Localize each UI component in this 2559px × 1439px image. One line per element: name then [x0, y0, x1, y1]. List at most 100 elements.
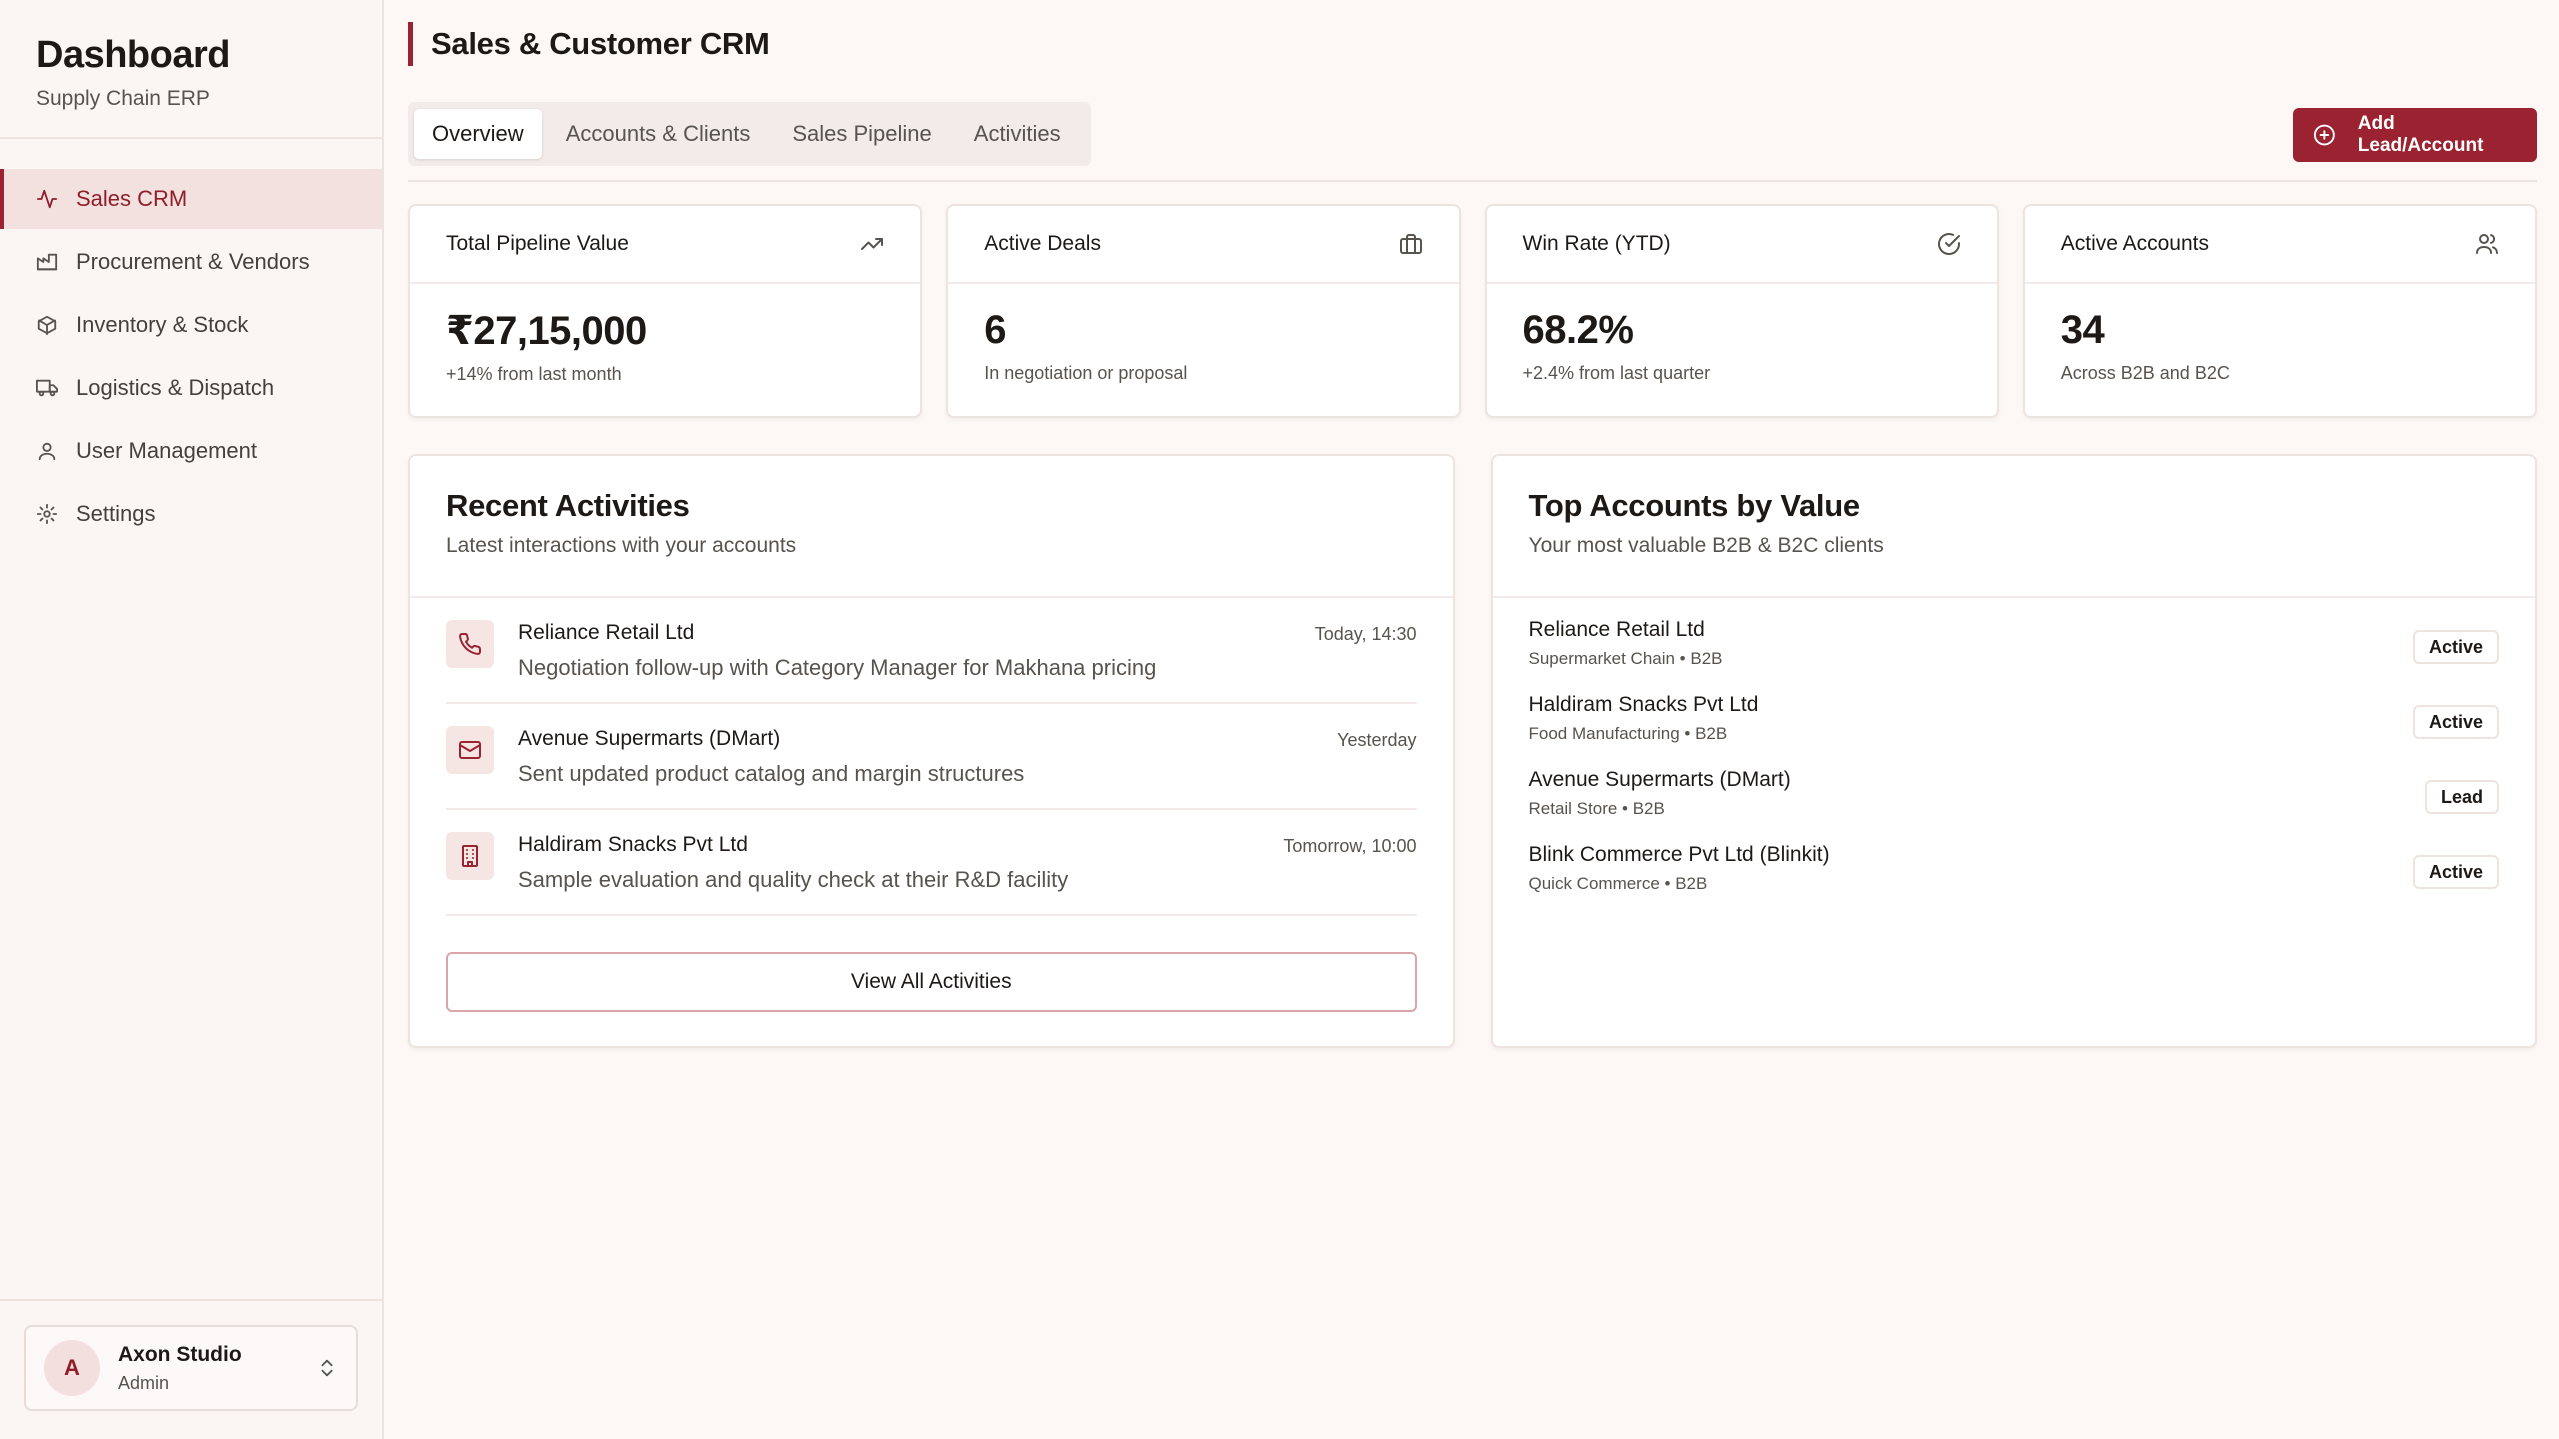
sidebar-item-label: Procurement & Vendors	[76, 249, 310, 274]
kpi-note: Across B2B and B2C	[2060, 363, 2230, 383]
activity-description: Negotiation follow-up with Category Mana…	[518, 655, 1157, 680]
chevrons-up-down-icon	[321, 1359, 333, 1377]
kpi-row: Total Pipeline Value ₹27,15,000 +14% fro…	[408, 204, 2537, 418]
activity-description: Sample evaluation and quality check at t…	[518, 867, 1069, 892]
page-title: Sales & Customer CRM	[408, 22, 770, 66]
kpi-header: Win Rate (YTD)	[1486, 206, 1997, 284]
kpi-label: Active Deals	[984, 232, 1101, 255]
panel-header: Top Accounts by Value Your most valuable…	[1492, 456, 2535, 598]
add-lead-account-button[interactable]: Add Lead/Account	[2293, 108, 2537, 162]
account-row[interactable]: Reliance Retail Ltd Supermarket Chain • …	[1529, 618, 2499, 693]
sidebar-nav: Sales CRM Procurement & Vendors Inventor…	[0, 139, 382, 544]
activity-account: Haldiram Snacks Pvt Ltd	[518, 833, 748, 856]
tab-accounts-clients[interactable]: Accounts & Clients	[548, 109, 769, 159]
user-icon	[38, 442, 56, 461]
account-row[interactable]: Avenue Supermarts (DMart) Retail Store •…	[1529, 768, 2499, 843]
sidebar-item-procurement[interactable]: Procurement & Vendors	[0, 232, 382, 292]
activity-account: Avenue Supermarts (DMart)	[518, 727, 781, 750]
truck-icon	[36, 379, 58, 397]
app-title: Dashboard	[36, 34, 230, 76]
plus-circle-icon	[2313, 124, 2335, 146]
kpi-value: ₹27,15,000	[446, 309, 647, 353]
activity-time: Today, 14:30	[1314, 624, 1417, 644]
panel-title: Recent Activities	[446, 488, 690, 523]
kpi-card-pipeline-value: Total Pipeline Value ₹27,15,000 +14% fro…	[408, 204, 923, 418]
account-name: Reliance Retail Ltd	[1528, 618, 1705, 641]
user-area: A Axon Studio Admin	[0, 1299, 382, 1439]
status-badge: Active	[2412, 705, 2499, 739]
package-icon	[37, 315, 57, 336]
kpi-note: +14% from last month	[446, 364, 622, 384]
kpi-note: In negotiation or proposal	[984, 363, 1188, 383]
sidebar-item-settings[interactable]: Settings	[0, 484, 382, 544]
top-accounts-panel: Top Accounts by Value Your most valuable…	[1490, 454, 2537, 1048]
activity-body: Reliance Retail Ltd Negotiation follow-u…	[518, 620, 1315, 681]
factory-icon	[36, 253, 58, 271]
kpi-header: Active Accounts	[2024, 206, 2535, 284]
activity-body: Avenue Supermarts (DMart) Sent updated p…	[518, 726, 1337, 787]
account-row[interactable]: Blink Commerce Pvt Ltd (Blinkit) Quick C…	[1529, 843, 2499, 918]
view-all-activities-button[interactable]: View All Activities	[446, 952, 1417, 1012]
account-list: Reliance Retail Ltd Supermarket Chain • …	[1493, 598, 2536, 918]
gear-icon	[36, 503, 58, 525]
kpi-value: 34	[2060, 308, 2105, 352]
tab-sales-pipeline[interactable]: Sales Pipeline	[774, 109, 949, 159]
kpi-header: Total Pipeline Value	[410, 206, 921, 284]
app-subtitle: Supply Chain ERP	[36, 87, 210, 110]
sidebar-item-user-management[interactable]: User Management	[0, 421, 382, 481]
account-row[interactable]: Haldiram Snacks Pvt Ltd Food Manufacturi…	[1529, 693, 2499, 768]
account-info: Reliance Retail Ltd Supermarket Chain • …	[1529, 618, 1723, 669]
account-info: Haldiram Snacks Pvt Ltd Food Manufacturi…	[1529, 693, 1759, 744]
tab-activities[interactable]: Activities	[956, 109, 1079, 159]
sidebar-item-label: Sales CRM	[76, 186, 188, 211]
sidebar-item-sales-crm[interactable]: Sales CRM	[0, 169, 382, 229]
tab-overview[interactable]: Overview	[414, 109, 542, 159]
briefcase-icon	[1399, 234, 1422, 254]
sidebar-item-label: Logistics & Dispatch	[76, 375, 275, 400]
sidebar-item-label: Settings	[76, 501, 156, 526]
status-badge: Active	[2412, 630, 2499, 664]
kpi-card-active-accounts: Active Accounts 34 Across B2B and B2C	[2022, 204, 2537, 418]
phone-icon	[459, 632, 482, 655]
panel-row: Recent Activities Latest interactions wi…	[408, 454, 2537, 1048]
mail-icon	[459, 741, 481, 759]
account-info: Blink Commerce Pvt Ltd (Blinkit) Quick C…	[1529, 843, 1830, 894]
activity-time: Yesterday	[1337, 730, 1417, 750]
activity-item[interactable]: Reliance Retail Ltd Negotiation follow-u…	[446, 598, 1417, 704]
recent-activities-panel: Recent Activities Latest interactions wi…	[408, 454, 1455, 1048]
main-content: Sales & Customer CRM Overview Accounts &…	[384, 0, 2559, 1439]
account-meta: Quick Commerce • B2B	[1528, 874, 1708, 893]
kpi-label: Win Rate (YTD)	[1522, 232, 1671, 255]
kpi-label: Active Accounts	[2060, 232, 2209, 255]
kpi-value: 68.2%	[1522, 308, 1634, 352]
user-info: Axon Studio Admin	[118, 1343, 242, 1394]
status-badge: Lead	[2424, 780, 2499, 814]
activity-icon-box	[446, 620, 494, 668]
activity-item[interactable]: Avenue Supermarts (DMart) Sent updated p…	[446, 704, 1417, 810]
kpi-label: Total Pipeline Value	[446, 232, 629, 255]
sidebar-item-logistics[interactable]: Logistics & Dispatch	[0, 358, 382, 418]
trending-up-icon	[861, 238, 884, 250]
panel-header: Recent Activities Latest interactions wi…	[410, 456, 1453, 598]
app-shell: Dashboard Supply Chain ERP Sales CRM Pro…	[0, 0, 2559, 1439]
check-circle-icon	[1937, 233, 1960, 256]
kpi-value: 6	[984, 308, 1006, 352]
activity-body: Haldiram Snacks Pvt Ltd Sample evaluatio…	[518, 832, 1283, 893]
kpi-card-win-rate: Win Rate (YTD) 68.2% +2.4% from last qua…	[1484, 204, 1999, 418]
account-meta: Supermarket Chain • B2B	[1528, 649, 1723, 668]
activity-account: Reliance Retail Ltd	[518, 621, 695, 644]
account-name: Avenue Supermarts (DMart)	[1528, 768, 1791, 791]
account-meta: Food Manufacturing • B2B	[1528, 724, 1728, 743]
brand: Dashboard Supply Chain ERP	[0, 0, 382, 139]
activity-item[interactable]: Haldiram Snacks Pvt Ltd Sample evaluatio…	[446, 810, 1417, 916]
user-switcher[interactable]: A Axon Studio Admin	[24, 1325, 358, 1411]
user-name: Axon Studio	[118, 1342, 242, 1366]
sidebar-item-inventory[interactable]: Inventory & Stock	[0, 295, 382, 355]
header-divider	[408, 180, 2537, 182]
panel-subtitle: Latest interactions with your accounts	[446, 534, 797, 557]
kpi-note: +2.4% from last quarter	[1522, 363, 1711, 383]
kpi-header: Active Deals	[948, 206, 1459, 284]
account-info: Avenue Supermarts (DMart) Retail Store •…	[1529, 768, 1791, 819]
avatar: A	[44, 1340, 100, 1396]
building-icon	[462, 845, 478, 867]
